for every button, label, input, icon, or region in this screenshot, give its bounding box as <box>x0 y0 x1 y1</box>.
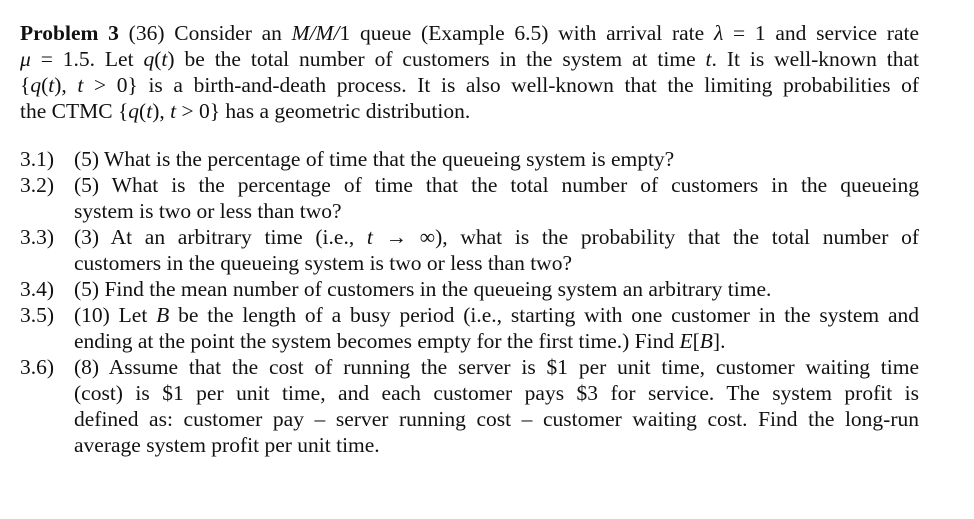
math-symbol: q <box>128 99 140 123</box>
question-item: 3.3) (3) At an arbitrary time (i.e., t → … <box>20 224 919 276</box>
text-run: average system profit per unit time. <box>74 433 380 457</box>
question-line: average system profit per unit time. <box>74 432 919 458</box>
text-run: . It is well-known that <box>711 47 919 71</box>
text-run: > 0} is a birth-and-death process. It is… <box>83 73 919 97</box>
question-line: (cost) is $1 per unit time, and each cus… <box>74 380 919 406</box>
question-line: (5) Find the mean number of customers in… <box>74 276 919 302</box>
text-run: system is two or less than two? <box>74 199 342 223</box>
question-line: customers in the queueing system is two … <box>74 250 919 276</box>
text-run: [ <box>692 329 700 353</box>
text-run: (3) At an arbitrary time (i.e., <box>74 225 367 249</box>
question-line: (10) Let B be the length of a busy perio… <box>74 302 919 328</box>
text-run: 1 queue (Example 6.5) with arrival rate <box>339 21 714 45</box>
text-run: = 1 and service rate <box>723 21 920 45</box>
text-run: (5) What is the percentage of time that … <box>74 147 675 171</box>
question-line: defined as: customer pay – server runnin… <box>74 406 919 432</box>
math-symbol: q <box>30 73 42 97</box>
question-number: 3.6) <box>20 355 55 379</box>
math-symbol: B <box>699 329 713 353</box>
text-run: Consider an <box>164 21 292 45</box>
text-run: (cost) is $1 per unit time, and each cus… <box>74 381 919 405</box>
text-run: > 0} has a geometric distribution. <box>176 99 471 123</box>
text-run: ), <box>54 73 78 97</box>
question-text: (5) What is the percentage of time that … <box>74 172 919 224</box>
question-line: (5) What is the percentage of time that … <box>74 172 919 198</box>
math-symbol: q <box>143 47 155 71</box>
question-item: 3.2) (5) What is the percentage of time t… <box>20 172 919 224</box>
text-run: ending at the point the system becomes e… <box>74 329 680 353</box>
question-line: ending at the point the system becomes e… <box>74 328 919 354</box>
question-number: 3.1) <box>20 147 55 171</box>
intro-line: Problem 3 (36) Consider an M/M/1 queue (… <box>20 20 919 46</box>
question-text: (5) Find the mean number of customers in… <box>74 276 919 302</box>
text-run: (5) Find the mean number of customers in… <box>74 277 772 301</box>
text-run: (8) Assume that the cost of running the … <box>74 355 919 379</box>
intro-line: the CTMC {q(t), t > 0} has a geometric d… <box>20 98 919 124</box>
problem-points: (36) <box>118 21 165 45</box>
question-number: 3.2) <box>20 173 55 197</box>
question-line: (5) What is the percentage of time that … <box>74 146 919 172</box>
math-symbol: μ <box>20 47 31 71</box>
text-run: ]. <box>712 329 726 353</box>
question-text: (8) Assume that the cost of running the … <box>74 354 919 458</box>
math-symbol: B <box>156 303 170 327</box>
text-run: (10) Let <box>74 303 157 327</box>
question-line: (8) Assume that the cost of running the … <box>74 354 919 380</box>
question-item: 3.4) (5) Find the mean number of customer… <box>20 276 919 302</box>
question-item: 3.1) (5) What is the percentage of time t… <box>20 146 919 172</box>
question-line: system is two or less than two? <box>74 198 919 224</box>
text-run: (5) What is the percentage of time that … <box>74 173 919 197</box>
text-run: defined as: customer pay – server runnin… <box>74 407 919 431</box>
text-run: customers in the queueing system is two … <box>74 251 573 275</box>
question-number: 3.5) <box>20 303 55 327</box>
intro-line: {q(t), t > 0} is a birth-and-death proce… <box>20 72 919 98</box>
question-list: 3.1) (5) What is the percentage of time t… <box>20 146 919 458</box>
question-item: 3.5) (10) Let B be the length of a busy p… <box>20 302 919 354</box>
problem-label: Problem 3 <box>20 21 119 45</box>
text-run: be the length of a busy period (i.e., st… <box>169 303 920 327</box>
text-run: ), <box>152 99 171 123</box>
text-run: the CTMC { <box>20 99 129 123</box>
math-symbol: λ <box>713 21 724 45</box>
math-symbol: M/M/ <box>291 21 340 45</box>
text-run: = 1.5. Let <box>30 47 144 71</box>
problem-document: Problem 3 (36) Consider an M/M/1 queue (… <box>20 20 919 458</box>
math-symbol: E <box>679 329 693 353</box>
question-number: 3.4) <box>20 277 55 301</box>
question-text: (3) At an arbitrary time (i.e., t → ∞), … <box>74 224 919 276</box>
problem-intro: Problem 3 (36) Consider an M/M/1 queue (… <box>20 20 919 124</box>
text-run: ) be the total number of customers in th… <box>167 47 706 71</box>
question-text: (10) Let B be the length of a busy perio… <box>74 302 919 354</box>
question-line: (3) At an arbitrary time (i.e., t → ∞), … <box>74 224 919 250</box>
intro-line: μ = 1.5. Let q(t) be the total number of… <box>20 46 919 72</box>
text-run: { <box>20 73 31 97</box>
question-number: 3.3) <box>20 225 55 249</box>
question-item: 3.6) (8) Assume that the cost of running … <box>20 354 919 458</box>
text-run: → ∞), what is the probability that the t… <box>372 225 919 249</box>
question-text: (5) What is the percentage of time that … <box>74 146 919 172</box>
